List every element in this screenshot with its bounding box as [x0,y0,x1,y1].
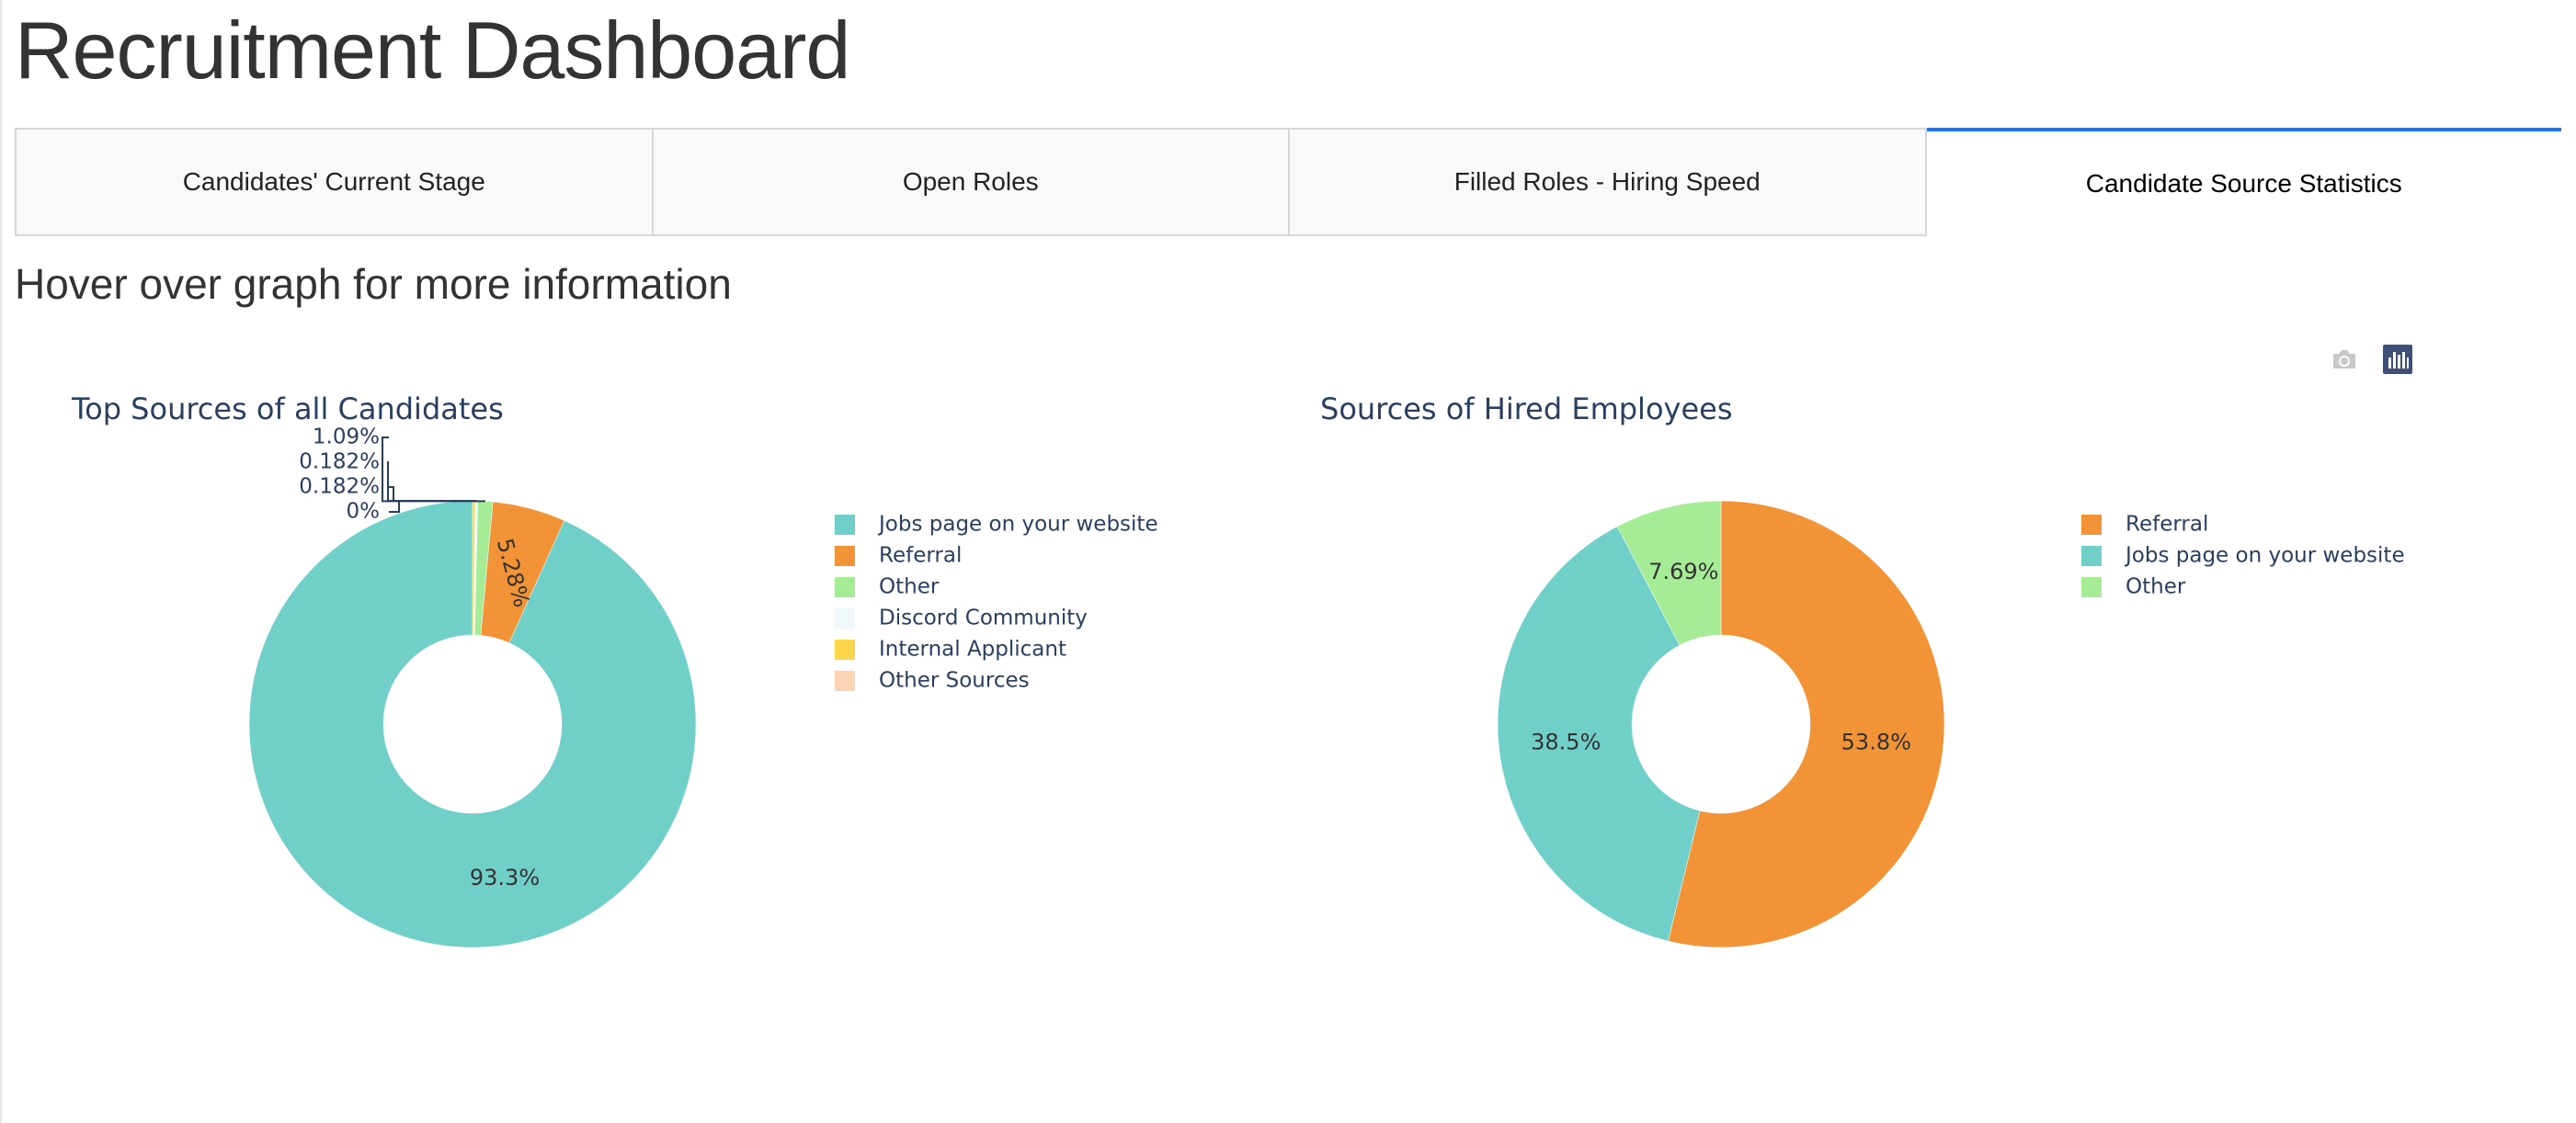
legend-label: Jobs page on your website [2124,544,2405,568]
legend-label: Referral [879,544,962,568]
legend-item-referral[interactable]: Referral [835,544,962,568]
leader-line-other [382,437,485,503]
slice-label-referral: 53.8% [1841,729,1911,754]
legend-swatch [835,515,855,535]
slice-label-other: 1.09% [313,425,380,449]
legend-swatch [835,640,855,660]
slice-label-other: 7.69% [1648,559,1718,584]
chart-title: Top Sources of all Candidates [71,391,504,426]
legend-item-other[interactable]: Other [2081,575,2186,599]
chart-top-sources-all-candidates[interactable]: Top Sources of all Candidates93.3%5.28%1… [71,391,1158,948]
legend-swatch [2081,515,2102,535]
legend-swatch [2081,546,2102,566]
legend-label: Discord Community [879,607,1088,630]
slice-label-internal-applicant: 0.182% [299,475,380,499]
legend-label: Jobs page on your website [877,513,1158,537]
legend-item-referral[interactable]: Referral [2081,513,2208,537]
legend-swatch [835,671,855,691]
legend-swatch [835,546,855,566]
leader-line-internal-applicant [389,486,474,503]
legend-label: Referral [2126,513,2208,537]
legend-label: Other Sources [879,669,1030,693]
legend-item-jobs-page-on-your-website[interactable]: Jobs page on your website [835,513,1158,537]
legend-swatch [835,577,855,597]
slice-label-discord-community: 0.182% [299,450,380,474]
chart-title: Sources of Hired Employees [1320,391,1733,426]
slice-label-other-sources: 0% [347,500,381,524]
legend-label: Internal Applicant [879,638,1066,662]
legend-item-other-sources[interactable]: Other Sources [835,669,1030,693]
chart-sources-hired-employees[interactable]: Sources of Hired Employees 53.8% 38.5% 7.69… [1320,391,2405,948]
leader-line-discord-community [387,461,477,503]
legend-label: Other [2126,575,2186,599]
slice-label-jobs-page-on-your-website: 93.3% [470,865,540,890]
legend-item-internal-applicant[interactable]: Internal Applicant [835,638,1066,662]
legend-item-other[interactable]: Other [835,575,940,599]
charts-canvas: Top Sources of all Candidates93.3%5.28%1… [71,391,2405,948]
legend-item-discord-community[interactable]: Discord Community [835,607,1088,630]
legend-swatch [835,608,855,629]
legend-item-jobs-page-on-your-website[interactable]: Jobs page on your website [2081,544,2405,568]
legend-label: Other [879,575,940,599]
legend-swatch [2081,577,2102,597]
slice-label-jobs-page-on-your-website: 38.5% [1531,730,1601,755]
